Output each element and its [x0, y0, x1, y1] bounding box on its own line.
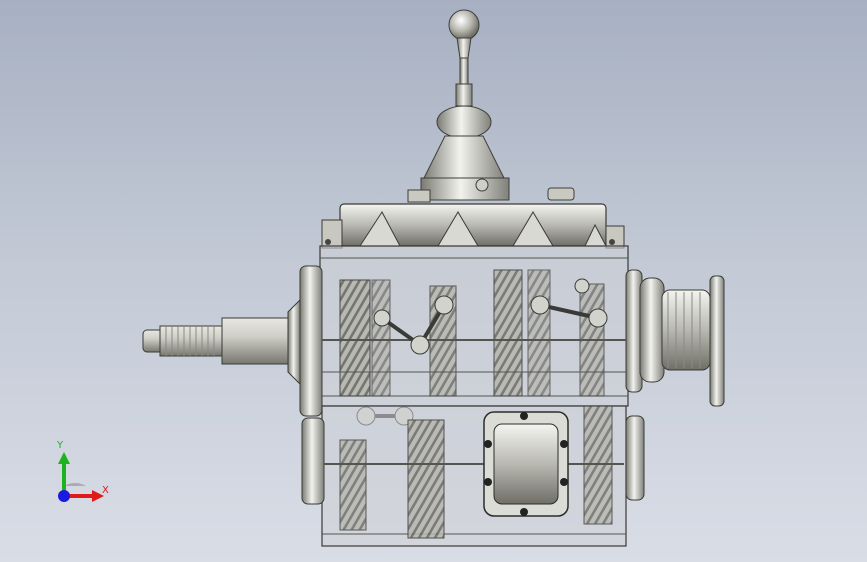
output-flange[interactable] [639, 275, 725, 407]
lower-housing[interactable] [301, 405, 645, 547]
gearbox-model[interactable] [0, 0, 867, 562]
x-axis-label: X [102, 485, 109, 496]
axis-triad: Y X [44, 440, 124, 510]
top-cover[interactable] [321, 203, 625, 249]
y-axis-arrowhead-icon [58, 452, 70, 464]
triad-plane-icon [64, 483, 86, 486]
cad-viewport[interactable]: Y X [0, 0, 867, 562]
z-axis-dot-icon [58, 490, 70, 502]
y-axis-label: Y [57, 440, 64, 451]
input-shaft[interactable] [142, 298, 301, 386]
pto-cover-plate[interactable] [483, 411, 569, 517]
shift-lever[interactable] [407, 9, 575, 203]
